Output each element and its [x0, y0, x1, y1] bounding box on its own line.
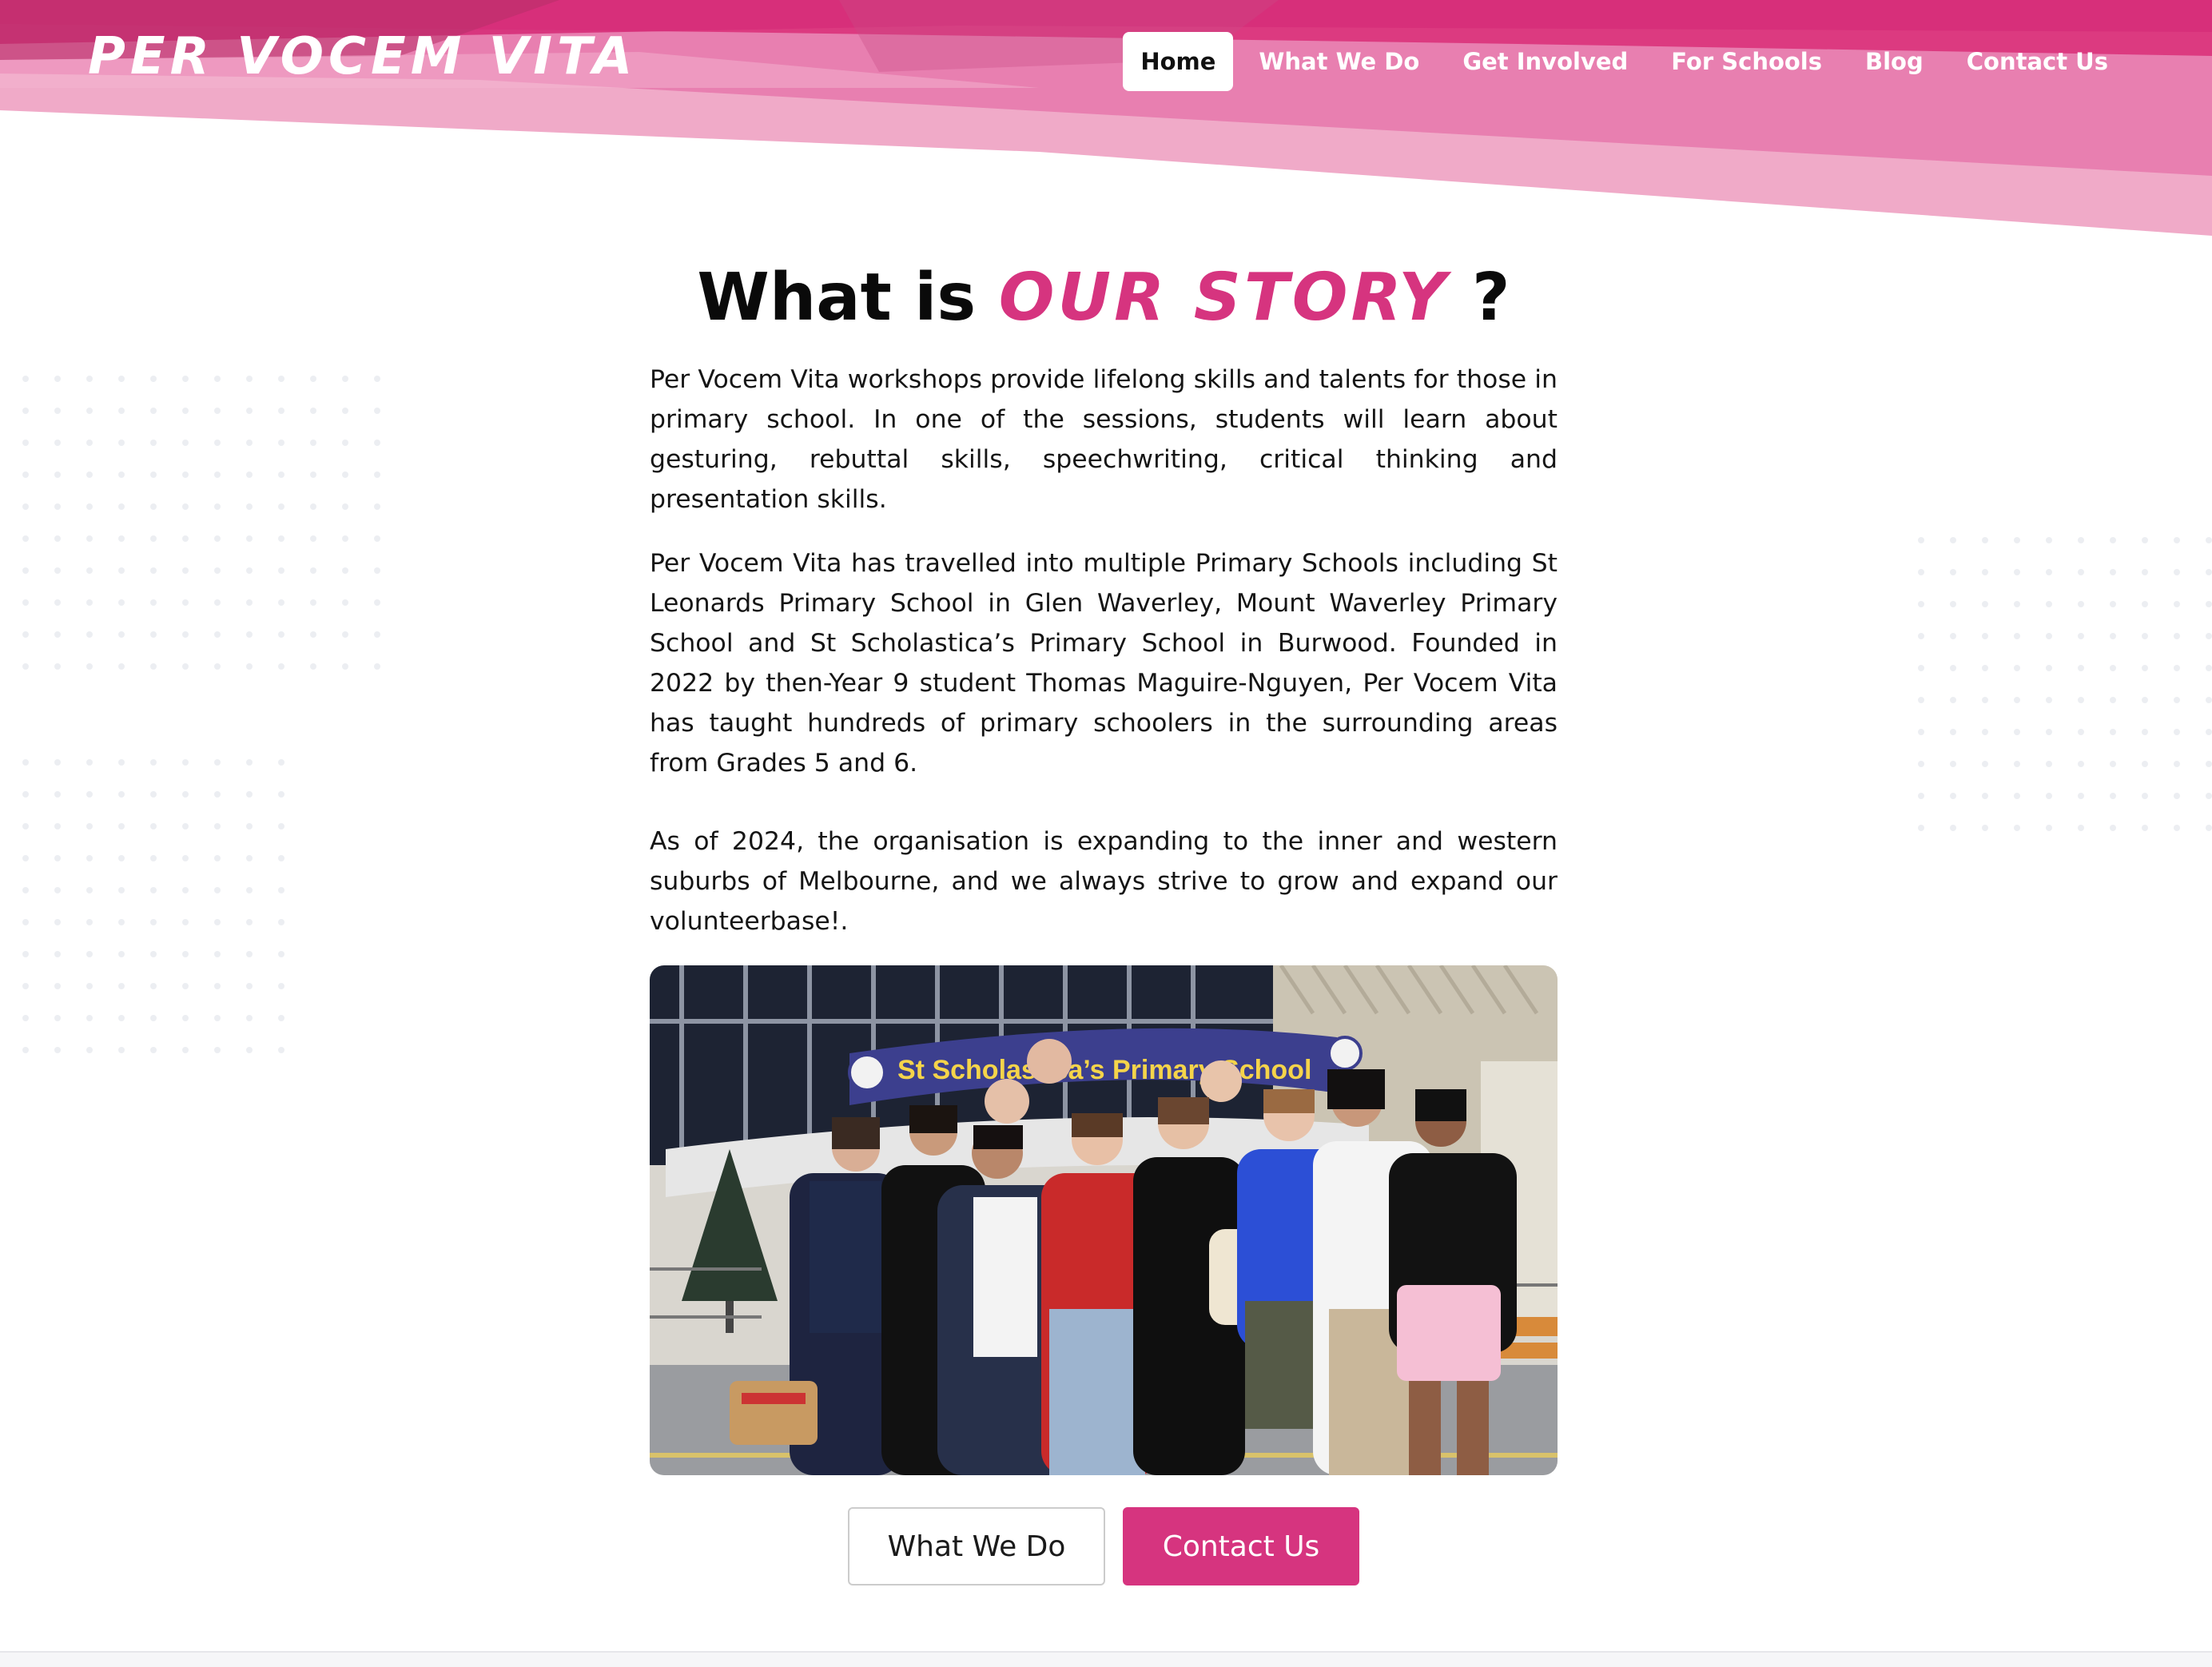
footer-edge: [0, 1651, 2212, 1667]
title-suffix: ?: [1449, 260, 1510, 336]
site-logo[interactable]: PER VOCEM VITA: [88, 27, 637, 86]
page-title: What is OUR STORY ?: [650, 254, 1558, 342]
nav-item-blog[interactable]: Blog: [1848, 32, 1941, 91]
dot-pattern-right: [1912, 531, 2212, 850]
what-we-do-button[interactable]: What We Do: [848, 1507, 1105, 1585]
main-navigation: Home What We Do Get Involved For Schools…: [1115, 32, 2126, 91]
story-paragraph-1: Per Vocem Vita workshops provide lifelon…: [650, 365, 1558, 514]
title-accent: OUR STORY: [998, 260, 1450, 336]
story-paragraph-2: Per Vocem Vita has travelled into multip…: [650, 549, 1558, 778]
nav-item-what-we-do[interactable]: What We Do: [1241, 32, 1437, 91]
dot-pattern-left-bottom: [16, 753, 296, 1056]
dot-pattern-left-top: [16, 369, 392, 689]
nav-item-home[interactable]: Home: [1123, 32, 1234, 91]
nav-item-get-involved[interactable]: Get Involved: [1445, 32, 1645, 91]
nav-item-for-schools[interactable]: For Schools: [1653, 32, 1840, 91]
title-prefix: What is: [697, 260, 999, 336]
cta-buttons: What We Do Contact Us: [650, 1507, 1558, 1585]
school-sign-text: St Scholastica’s Primary School: [897, 1055, 1311, 1085]
story-section: What is OUR STORY ? Per Vocem Vita works…: [650, 254, 1558, 1585]
group-photo-illustration: St Scholastica’s Primary School: [650, 965, 1558, 1475]
nav-item-contact-us[interactable]: Contact Us: [1949, 32, 2126, 91]
story-paragraph-3: As of 2024, the organisation is expandin…: [650, 827, 1558, 936]
contact-us-button[interactable]: Contact Us: [1123, 1507, 1359, 1585]
group-photo: St Scholastica’s Primary School: [650, 965, 1558, 1475]
